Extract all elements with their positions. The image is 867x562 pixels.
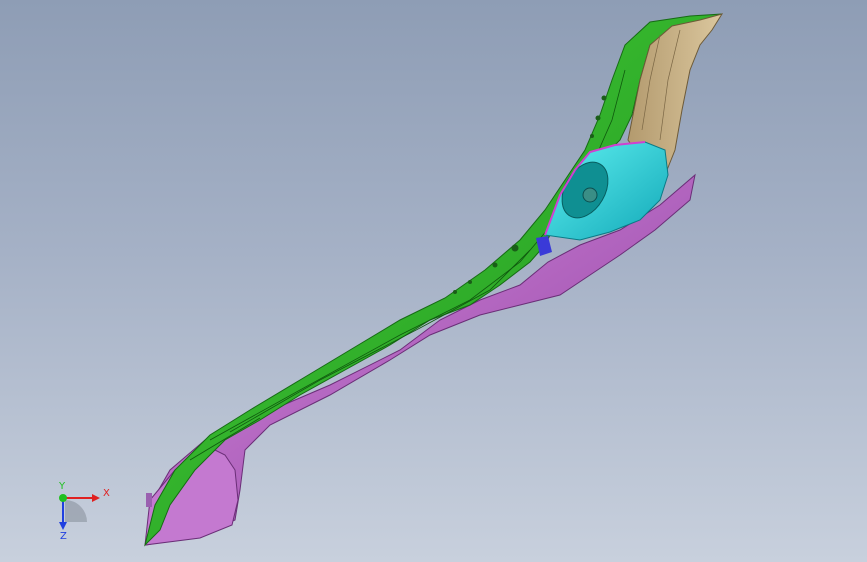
- x-axis-label: X: [103, 488, 110, 499]
- z-axis-arrow: [59, 522, 67, 530]
- graphics-viewport[interactable]: X Y Z: [0, 0, 867, 562]
- z-axis-label: Z: [60, 531, 67, 542]
- x-axis-arrow: [92, 494, 100, 502]
- wheelhouse-hub: [582, 187, 598, 203]
- cad-model[interactable]: [0, 0, 867, 562]
- axis-triad: X Y Z: [40, 480, 120, 550]
- y-axis-label: Y: [59, 481, 66, 492]
- end-clip: [146, 493, 152, 507]
- y-axis-dot: [59, 494, 67, 502]
